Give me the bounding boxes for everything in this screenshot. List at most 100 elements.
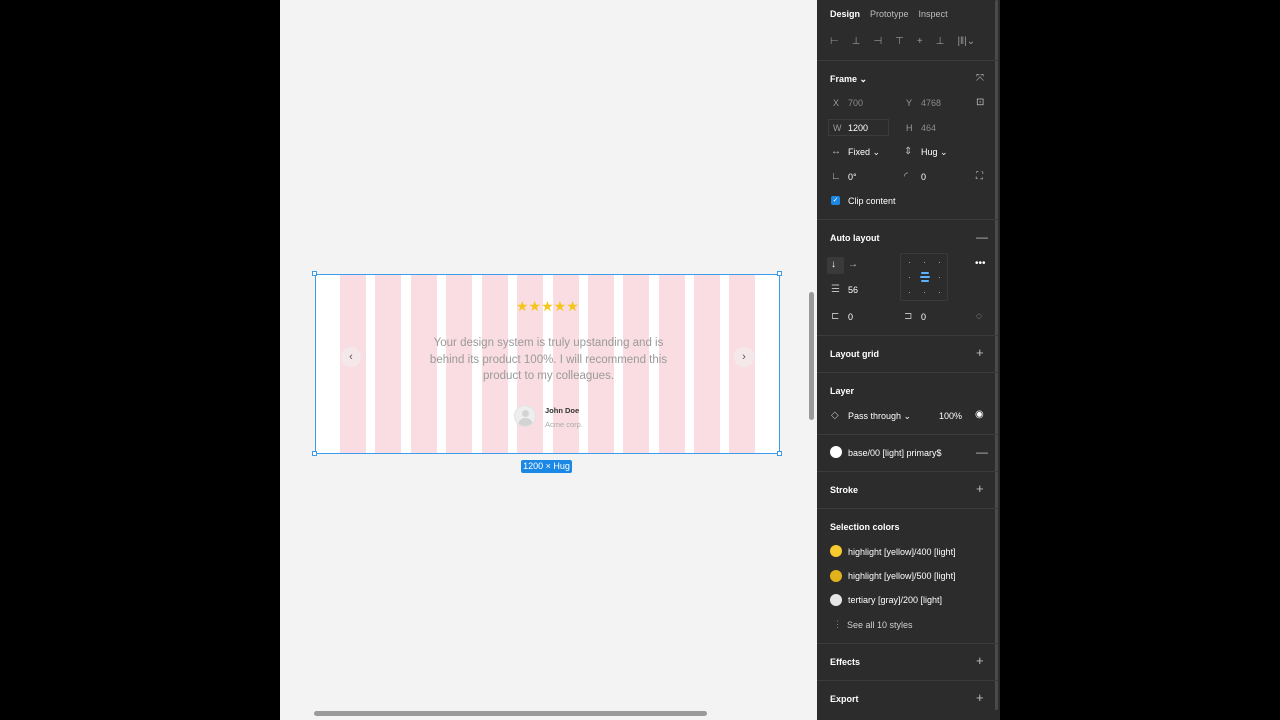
tab-design[interactable]: Design [830, 9, 860, 19]
size-tag: 1200 × Hug [521, 460, 572, 473]
align-bottom-icon[interactable]: ⊥ [936, 36, 945, 47]
height-mode-dropdown[interactable]: Hug ⌄ [921, 147, 948, 158]
tab-inspect[interactable]: Inspect [919, 9, 948, 19]
add-effect-icon[interactable]: + [976, 653, 984, 668]
blend-mode-icon: ◇ [831, 410, 839, 421]
align-left-icon[interactable]: ⊢ [830, 36, 839, 47]
arrow-down-icon: ↓ [831, 259, 836, 270]
y-label: Y [906, 98, 913, 108]
corner-radius-input[interactable]: 0 [921, 172, 926, 182]
eye-icon[interactable]: ◉ [975, 409, 984, 420]
layer-section-title: Layer [830, 386, 855, 396]
divider [817, 60, 998, 61]
divider [817, 508, 998, 509]
horizontal-scrollbar[interactable] [314, 711, 707, 716]
panel-scrollbar[interactable] [995, 0, 998, 710]
selection-color-swatch[interactable] [830, 570, 842, 582]
layout-grid-section-title: Layout grid [830, 349, 879, 359]
horizontal-padding-input[interactable]: 0 [848, 312, 853, 322]
alignment-bar [921, 272, 929, 274]
vertical-scrollbar[interactable] [809, 292, 814, 420]
design-canvas[interactable]: ★★★★★ Your design system is truly upstan… [280, 0, 817, 720]
selection-colors-title: Selection colors [830, 522, 900, 532]
add-layout-grid-icon[interactable]: + [976, 345, 984, 360]
remove-fill-icon[interactable]: — [976, 445, 988, 459]
alignment-grid[interactable] [900, 253, 948, 301]
constraints-icon[interactable]: ⊡ [976, 97, 984, 108]
individual-padding-icon[interactable]: ◌ [976, 311, 982, 322]
stroke-section-title: Stroke [830, 485, 859, 495]
remove-auto-layout-icon[interactable]: — [976, 230, 988, 244]
avatar-body-shape [518, 418, 533, 426]
grid-dot [909, 262, 910, 263]
testimonial-content: ★★★★★ Your design system is truly upstan… [316, 275, 779, 453]
rotation-input[interactable]: 0° [848, 172, 857, 182]
grid-dot [909, 292, 910, 293]
author-company: Acme corp. [545, 420, 583, 429]
more-options-icon[interactable]: ••• [975, 258, 986, 269]
h-input[interactable]: 464 [921, 123, 936, 133]
divider [817, 471, 998, 472]
align-horizontal-center-icon[interactable]: ⊥ [852, 36, 861, 47]
rotation-icon: ∟ [831, 171, 841, 182]
grid-dot [939, 262, 940, 263]
w-label: W [833, 123, 842, 133]
resize-handle-top-right[interactable] [777, 271, 782, 276]
selection-color-label[interactable]: tertiary [gray]/200 [light] [848, 595, 942, 605]
selection-color-swatch[interactable] [830, 545, 842, 557]
tab-prototype[interactable]: Prototype [870, 9, 909, 19]
spacing-icon: ☰ [831, 284, 840, 295]
clip-content-checkbox[interactable]: ✓ [831, 196, 840, 205]
selection-color-label[interactable]: highlight [yellow]/400 [light] [848, 547, 956, 557]
avatar-head-shape [522, 410, 529, 417]
vertical-padding-input[interactable]: 0 [921, 312, 926, 322]
effects-section-title: Effects [830, 657, 861, 667]
selection-color-swatch[interactable] [830, 594, 842, 606]
add-stroke-icon[interactable]: + [976, 481, 984, 496]
avatar [514, 405, 536, 427]
distribute-icon[interactable]: |‖|⌄ [957, 36, 975, 47]
arrow-right-icon[interactable]: → [848, 259, 858, 270]
prev-arrow-button[interactable]: ‹ [341, 347, 361, 367]
resize-to-fit-icon[interactable]: ⤧ [976, 73, 984, 84]
blend-mode-dropdown[interactable]: Pass through ⌄ [848, 411, 911, 422]
horizontal-padding-icon: ⊏ [831, 311, 840, 322]
divider [817, 372, 998, 373]
spacing-input[interactable]: 56 [848, 285, 858, 295]
independent-corners-icon[interactable]: ⛶ [976, 171, 983, 182]
grid-dot [924, 262, 925, 263]
resize-handle-bottom-right[interactable] [777, 451, 782, 456]
selection-color-label[interactable]: highlight [yellow]/500 [light] [848, 571, 956, 581]
corner-radius-icon: ◜ [904, 171, 908, 182]
x-input[interactable]: 700 [848, 98, 863, 108]
add-export-icon[interactable]: + [976, 690, 984, 705]
fill-swatch[interactable] [830, 446, 842, 458]
grid-dot [939, 292, 940, 293]
divider [817, 680, 998, 681]
y-input[interactable]: 4768 [921, 98, 941, 108]
align-right-icon[interactable]: ⊣ [873, 36, 882, 47]
layer-opacity-input[interactable]: 100% [939, 411, 962, 421]
clip-content-label: Clip content [848, 196, 896, 206]
divider [817, 434, 998, 435]
export-section-title: Export [830, 694, 859, 704]
vertical-padding-icon: ⊐ [904, 311, 913, 322]
styles-list-icon: ⋮ [833, 619, 842, 629]
frame-section-title[interactable]: Frame ⌄ [830, 74, 867, 85]
horizontal-resize-icon: ↔ [831, 146, 841, 157]
align-vertical-center-icon[interactable]: + [917, 36, 923, 47]
alignment-bar [920, 276, 930, 278]
auto-layout-section-title: Auto layout [830, 233, 880, 243]
align-top-icon[interactable]: ⊤ [895, 36, 904, 47]
divider [817, 335, 998, 336]
testimonial-frame[interactable]: ★★★★★ Your design system is truly upstan… [315, 274, 780, 454]
see-all-styles-link[interactable]: See all 10 styles [847, 620, 913, 630]
fill-style-name[interactable]: base/00 [light] primary$ [848, 448, 942, 458]
w-input[interactable]: 1200 [848, 123, 868, 133]
divider [817, 643, 998, 644]
width-mode-dropdown[interactable]: Fixed ⌄ [848, 147, 880, 158]
resize-handle-bottom-left[interactable] [312, 451, 317, 456]
resize-handle-top-left[interactable] [312, 271, 317, 276]
author-name: John Doe [545, 406, 580, 415]
next-arrow-button[interactable]: › [734, 347, 754, 367]
